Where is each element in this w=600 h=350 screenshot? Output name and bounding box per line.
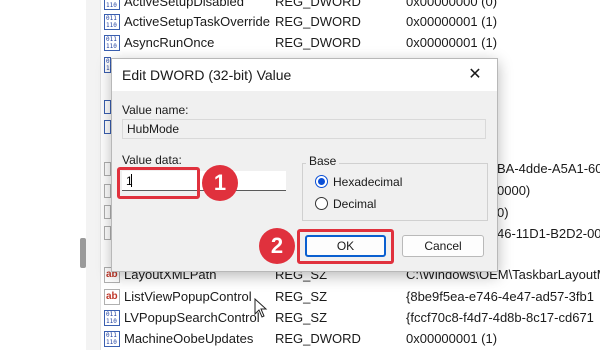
value-name: AsyncRunOnce — [124, 35, 215, 50]
mouse-pointer-icon — [254, 298, 268, 318]
binary-value-icon — [104, 120, 111, 134]
string-value-icon — [104, 289, 120, 305]
value-type: REG_DWORD — [275, 331, 361, 346]
value-data: 0x00000001 (1) — [406, 14, 498, 29]
registry-value-row[interactable]: MachineOobeUpdates REG_DWORD 0x00000001 (1… — [104, 329, 600, 349]
value-name: ActiveSetupTaskOverride — [124, 14, 270, 29]
string-value-icon — [104, 205, 111, 219]
binary-value-icon — [104, 35, 120, 51]
binary-value-icon — [104, 0, 120, 10]
partial-data-text: 0000) — [497, 183, 531, 198]
string-value-icon — [104, 226, 111, 240]
binary-value-icon — [104, 331, 120, 347]
value-type: REG_DWORD — [275, 0, 361, 9]
dialog-titlebar[interactable]: Edit DWORD (32-bit) Value ✕ — [112, 59, 497, 91]
close-icon[interactable]: ✕ — [455, 60, 495, 90]
binary-value-icon — [104, 310, 120, 326]
binary-value-icon — [104, 100, 111, 114]
registry-value-row[interactable]: ListViewPopupControl REG_SZ {8be9f5ea-e746… — [104, 287, 600, 307]
hexadecimal-radio[interactable] — [315, 175, 328, 188]
value-name: LVPopupSearchControl — [124, 310, 260, 325]
base-groupbox — [302, 163, 488, 221]
value-name: ActiveSetupDisabled — [124, 0, 244, 9]
step2-highlight — [297, 229, 394, 264]
value-type: REG_SZ — [275, 289, 328, 304]
value-name: MachineOobeUpdates — [124, 331, 254, 346]
cancel-button[interactable]: Cancel — [402, 235, 484, 257]
value-data: 0x00000000 (0) — [406, 0, 498, 9]
hexadecimal-label[interactable]: Hexadecimal — [333, 175, 402, 189]
value-data: 0x00000001 (1) — [406, 331, 498, 346]
value-name: ListViewPopupControl — [124, 289, 252, 304]
registry-value-row[interactable]: ActiveSetupTaskOverride REG_DWORD 0x000000… — [104, 12, 600, 32]
value-name-field: HubMode — [122, 119, 486, 139]
value-data: {fccf70c8-f4d7-4d8b-8c17-cd671 — [406, 310, 594, 325]
partial-data-text: BA-4dde-A5A1-60 — [497, 161, 600, 176]
partial-data-text: 0) — [497, 205, 509, 220]
binary-value-icon — [104, 57, 117, 73]
dialog-title: Edit DWORD (32-bit) Value — [122, 67, 292, 83]
tree-scrollbar[interactable] — [86, 0, 101, 350]
decimal-label[interactable]: Decimal — [333, 197, 376, 211]
registry-value-row[interactable]: ActiveSetupDisabled REG_DWORD 0x00000000 (… — [104, 0, 600, 12]
scrollbar-thumb[interactable] — [80, 238, 86, 268]
value-type: REG_DWORD — [275, 35, 361, 50]
value-data-label: Value data: — [122, 153, 182, 167]
string-value-icon — [104, 162, 111, 176]
step1-badge: 1 — [202, 165, 238, 201]
decimal-radio[interactable] — [315, 197, 328, 210]
step2-badge: 2 — [259, 228, 295, 264]
value-data: 0x00000001 (1) — [406, 35, 498, 50]
step1-highlight — [117, 167, 200, 199]
string-value-icon — [104, 184, 111, 198]
registry-value-row[interactable]: LVPopupSearchControl REG_SZ {fccf70c8-f4d7… — [104, 308, 600, 328]
partial-data-text: 46-11D1-B2D2-00 — [497, 226, 600, 241]
registry-value-row[interactable]: AsyncRunOnce REG_DWORD 0x00000001 (1) — [104, 33, 600, 53]
value-name-label: Value name: — [122, 103, 189, 117]
value-data: {8be9f5ea-e746-4e47-ad57-3fb1 — [406, 289, 594, 304]
binary-value-icon — [104, 14, 120, 30]
value-type: REG_DWORD — [275, 14, 361, 29]
value-type: REG_SZ — [275, 310, 328, 325]
base-label: Base — [306, 154, 340, 168]
